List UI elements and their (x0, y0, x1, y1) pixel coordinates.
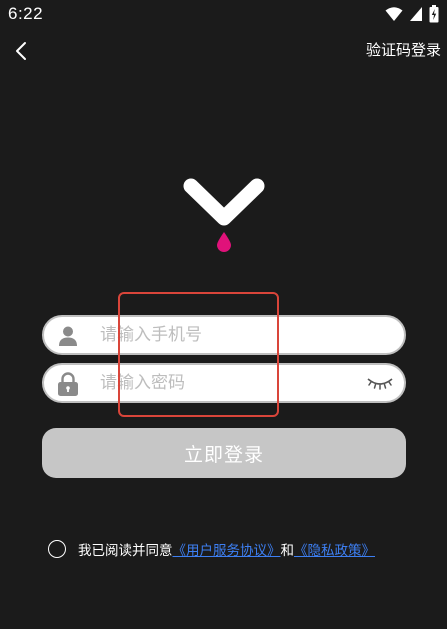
status-time: 6:22 (8, 4, 44, 23)
user-agreement-link[interactable]: 《用户服务协议》 (173, 539, 281, 559)
status-bar: 6:22 (0, 0, 447, 28)
back-button[interactable] (6, 36, 36, 66)
eye-closed-icon[interactable] (366, 373, 394, 393)
agreement-prefix: 我已阅读并同意 (78, 543, 173, 559)
phone-input[interactable] (100, 321, 370, 349)
wifi-icon (385, 7, 403, 21)
login-button[interactable]: 立即登录 (42, 428, 406, 478)
sms-login-link[interactable]: 验证码登录 (366, 39, 441, 60)
password-input[interactable] (100, 369, 370, 397)
agreement-row: 我已阅读并同意 《用户服务协议》 和 《隐私政策》 (48, 538, 428, 560)
status-icons (385, 5, 439, 23)
app-logo-icon (183, 178, 265, 252)
nav-bar: 验证码登录 (0, 30, 447, 70)
agreement-connector: 和 (280, 543, 295, 559)
phone-field (42, 315, 406, 355)
user-icon (56, 324, 80, 348)
lock-icon (56, 372, 80, 396)
battery-charging-icon (429, 5, 439, 23)
agree-checkbox[interactable] (48, 540, 66, 558)
password-field (42, 363, 406, 403)
privacy-policy-link[interactable]: 《隐私政策》 (294, 539, 375, 559)
cell-signal-icon (410, 7, 422, 21)
chevron-left-icon (16, 42, 26, 60)
app-logo (175, 172, 273, 258)
